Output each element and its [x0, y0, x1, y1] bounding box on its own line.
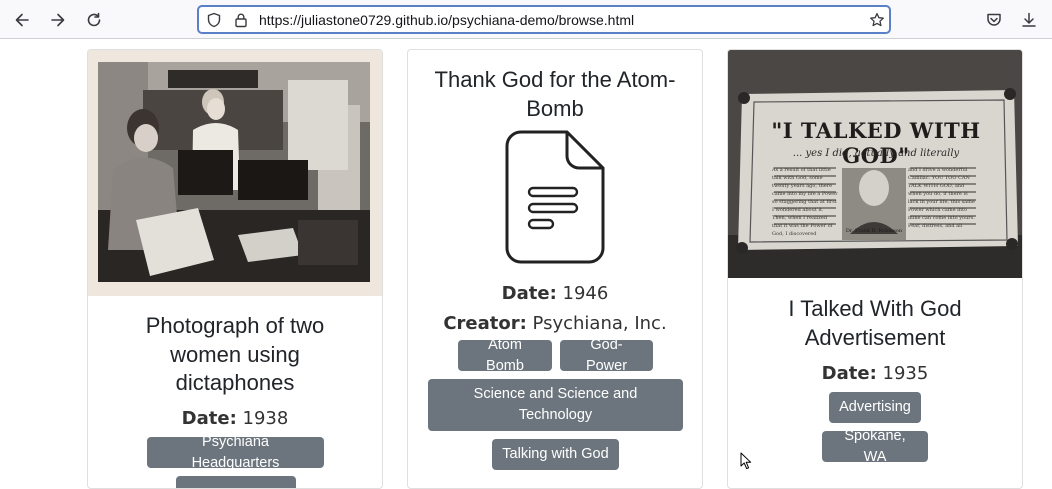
- arrow-right-icon: [51, 13, 65, 27]
- item-card[interactable]: Photograph of two women using dictaphone…: [87, 49, 383, 489]
- url-bar[interactable]: https://juliastone0729.github.io/psychia…: [197, 5, 891, 34]
- pocket-icon: [987, 13, 1001, 26]
- poster-right-text: and I drive a wonderful Cadillac. YOU TO…: [908, 167, 975, 229]
- tag-button[interactable]: Talking with God: [492, 439, 619, 470]
- item-title[interactable]: Photograph of two women using dictaphone…: [88, 312, 382, 398]
- arrow-left-icon: [15, 13, 29, 27]
- item-card[interactable]: Thank God for the Atom-Bomb Date: 1946 C…: [407, 49, 703, 489]
- tag-button[interactable]: Psychiana Headquarters: [147, 434, 324, 471]
- url-text[interactable]: https://juliastone0729.github.io/psychia…: [259, 12, 634, 28]
- poster-left-text: As a result of that little talk with God…: [772, 167, 838, 236]
- mouse-cursor-icon: [740, 452, 752, 470]
- lock-icon[interactable]: [233, 12, 249, 28]
- star-icon[interactable]: [869, 12, 885, 28]
- tag-button[interactable]: Spokane, WA: [822, 428, 928, 465]
- back-button[interactable]: [8, 6, 36, 34]
- downloads-button[interactable]: [1015, 6, 1043, 34]
- item-date: Date: 1935: [821, 363, 929, 384]
- tag-button[interactable]: [176, 476, 296, 488]
- item-title[interactable]: Thank God for the Atom-Bomb: [408, 66, 702, 123]
- tag-button[interactable]: Atom Bomb: [458, 337, 552, 374]
- item-creator: Creator: Psychiana, Inc.: [443, 313, 667, 334]
- poster-subline: ... yes I did, actually and literally: [792, 148, 960, 159]
- item-thumbnail[interactable]: [88, 50, 382, 296]
- item-date: Date: 1938: [181, 408, 289, 429]
- item-thumbnail[interactable]: "I TALKED WITH GOD" ... yes I did, actua…: [728, 50, 1022, 278]
- dictaphone-photo-image: [98, 62, 370, 282]
- poster-caption: Dr. Frank B. Robinson: [845, 228, 903, 234]
- poster-headline: "I TALKED WITH GOD": [771, 118, 981, 168]
- reload-button[interactable]: [80, 6, 108, 34]
- tag-button[interactable]: Advertising: [829, 392, 921, 423]
- forward-button[interactable]: [44, 6, 72, 34]
- reload-icon: [87, 12, 101, 27]
- shield-icon[interactable]: [206, 12, 222, 28]
- tag-button[interactable]: God-Power: [560, 337, 653, 374]
- item-card[interactable]: "I TALKED WITH GOD" ... yes I did, actua…: [727, 49, 1023, 489]
- item-date: Date: 1946: [501, 283, 609, 304]
- browser-toolbar: https://juliastone0729.github.io/psychia…: [0, 0, 1052, 39]
- pocket-button[interactable]: [980, 6, 1008, 34]
- item-title[interactable]: I Talked With God Advertisement: [728, 295, 1022, 352]
- download-icon: [1022, 12, 1036, 27]
- document-icon: [505, 130, 605, 264]
- tag-button[interactable]: Science and Science and Technology: [428, 379, 683, 431]
